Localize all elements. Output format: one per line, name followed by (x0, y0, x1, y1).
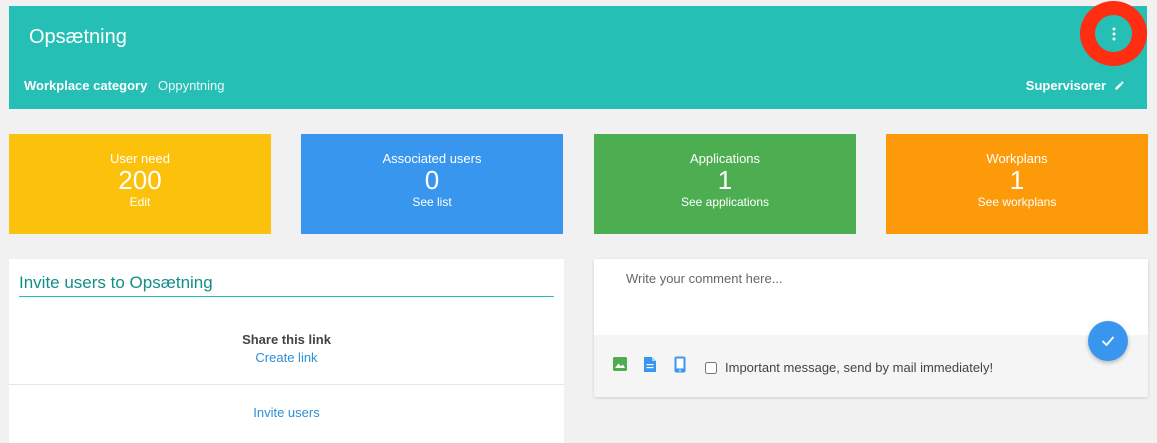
workplace-category-label: Workplace category (24, 78, 148, 93)
stat-card-workplans[interactable]: Workplans 1 See workplans (886, 134, 1148, 234)
stat-value: 1 (1009, 165, 1025, 195)
submit-comment-button[interactable] (1088, 321, 1128, 361)
see-list-link[interactable]: See list (301, 195, 563, 209)
comment-input[interactable] (594, 259, 1148, 335)
file-icon[interactable] (643, 356, 657, 373)
stat-card-applications[interactable]: Applications 1 See applications (594, 134, 856, 234)
more-options-button[interactable] (1095, 15, 1132, 52)
workplace-header: Opsætning Workplace category Oppyntning … (9, 6, 1147, 109)
stat-value: 200 (118, 165, 162, 195)
invite-panel-title: Invite users to Opsætning (19, 273, 554, 297)
stat-card-associated-users[interactable]: Associated users 0 See list (301, 134, 563, 234)
stat-label: User need (110, 151, 170, 166)
checkmark-icon (1102, 336, 1114, 346)
invite-users-panel: Invite users to Opsætning Share this lin… (9, 259, 564, 443)
comment-toolbar: Important message, send by mail immediat… (594, 335, 1148, 397)
edit-link[interactable]: Edit (9, 195, 271, 209)
page-title: Opsætning (29, 26, 127, 48)
divider (9, 384, 564, 385)
comment-panel: Important message, send by mail immediat… (594, 259, 1148, 397)
create-link-button[interactable]: Create link (9, 350, 564, 365)
stat-label: Workplans (986, 151, 1048, 166)
stat-card-user-need[interactable]: User need 200 Edit (9, 134, 271, 234)
important-message-checkbox[interactable] (705, 362, 717, 374)
invite-users-link[interactable]: Invite users (9, 405, 564, 420)
workplace-category-value: Oppyntning (158, 78, 225, 93)
image-icon[interactable] (612, 356, 628, 372)
share-link-label: Share this link (242, 332, 331, 347)
stat-value: 0 (424, 165, 440, 195)
pencil-icon (1115, 81, 1124, 90)
stat-value: 1 (717, 165, 733, 195)
phone-icon[interactable] (674, 356, 686, 373)
see-workplans-link[interactable]: See workplans (886, 195, 1148, 209)
vertical-dots-icon (1112, 27, 1115, 40)
supervisors-label: Supervisorer (1025, 78, 1106, 93)
see-applications-link[interactable]: See applications (594, 195, 856, 209)
stat-label: Associated users (382, 151, 482, 166)
stat-label: Applications (689, 151, 761, 166)
supervisors-link[interactable]: Supervisorer (1026, 78, 1125, 93)
important-message-label: Important message, send by mail immediat… (725, 360, 994, 375)
